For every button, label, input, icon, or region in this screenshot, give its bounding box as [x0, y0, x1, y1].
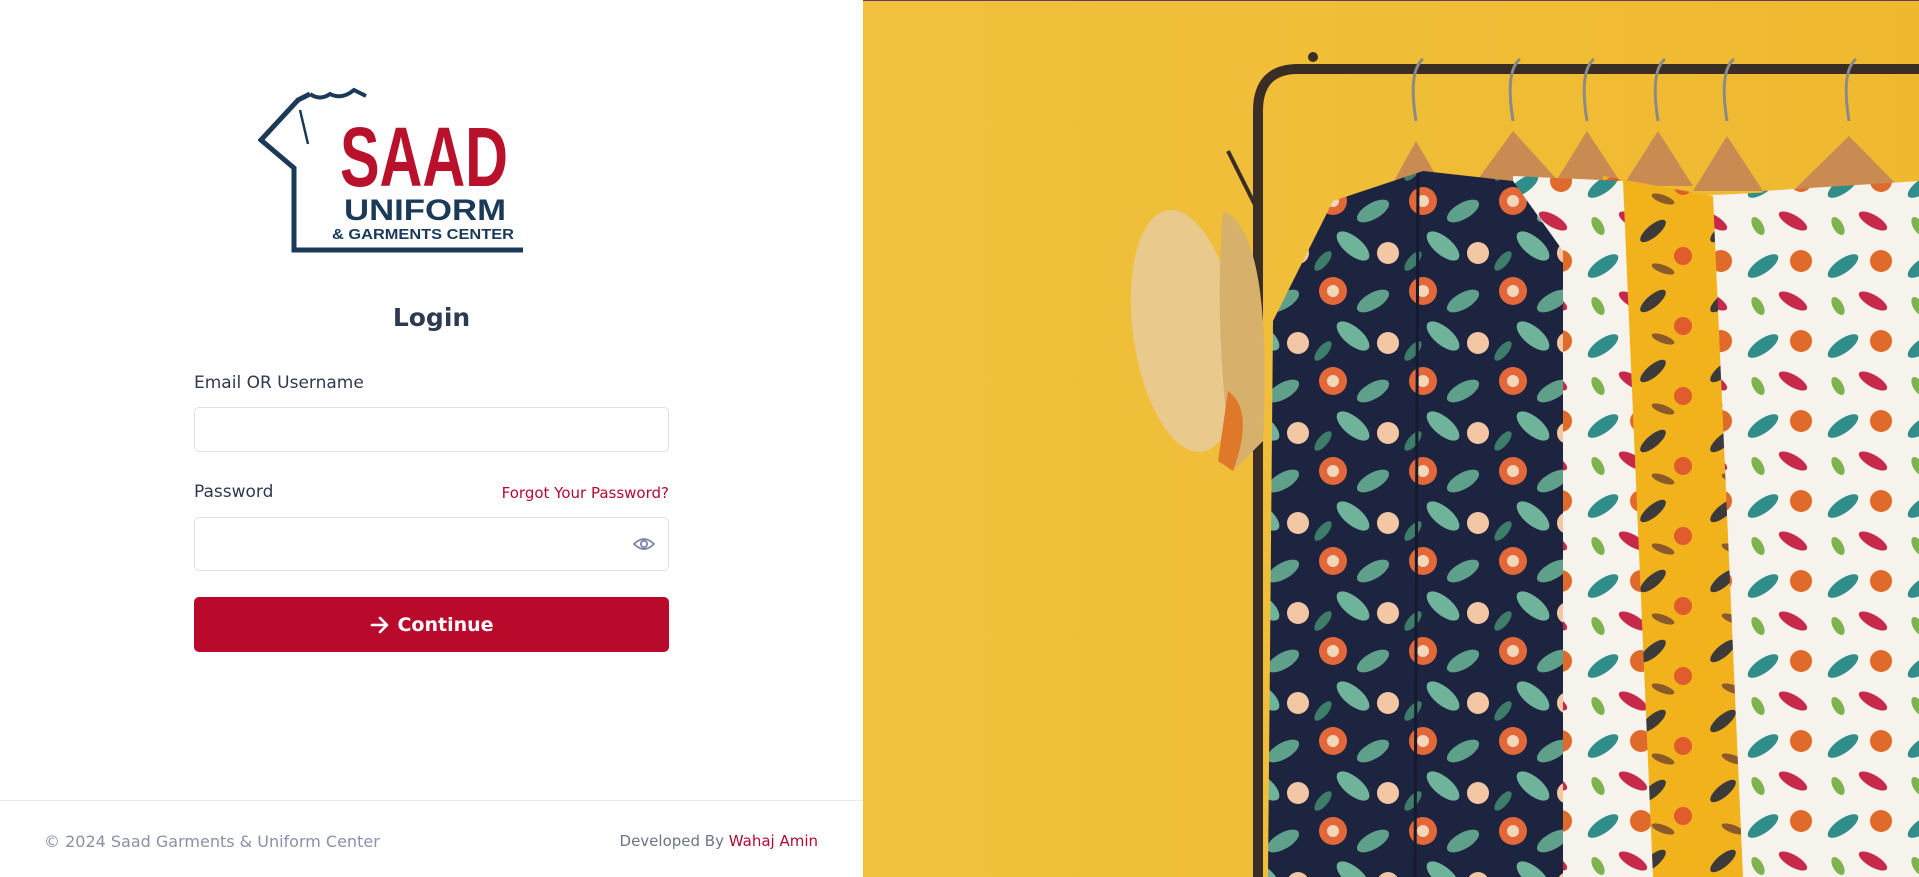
developed-by: Developed By Wahaj Amin: [620, 832, 818, 850]
password-label: Password: [194, 482, 274, 502]
svg-text:UNIFORM: UNIFORM: [344, 194, 506, 227]
brand-logo: SAAD UNIFORM & GARMENTS CENTER: [258, 86, 528, 256]
svg-text:SAAD: SAAD: [340, 110, 508, 204]
footer-divider: [0, 800, 863, 801]
continue-label: Continue: [397, 613, 494, 636]
login-title: Login: [392, 303, 471, 332]
arrow-right-icon: [371, 616, 389, 633]
hero-image: [863, 1, 1919, 877]
svg-text:& GARMENTS CENTER: & GARMENTS CENTER: [332, 226, 514, 243]
copyright-text: © 2024 Saad Garments & Uniform Center: [44, 832, 380, 851]
developed-by-label: Developed By: [619, 832, 724, 850]
forgot-password-link[interactable]: Forgot Your Password?: [502, 484, 669, 502]
login-panel: SAAD UNIFORM & GARMENTS CENTER Login Ema…: [0, 0, 863, 877]
email-label: Email OR Username: [194, 373, 364, 393]
developer-link[interactable]: Wahaj Amin: [729, 832, 818, 850]
email-input[interactable]: [194, 407, 669, 452]
clothing-rack-illustration: [863, 1, 1919, 877]
password-input[interactable]: [194, 517, 669, 571]
continue-button[interactable]: Continue: [194, 597, 669, 652]
eye-icon[interactable]: [632, 535, 656, 553]
